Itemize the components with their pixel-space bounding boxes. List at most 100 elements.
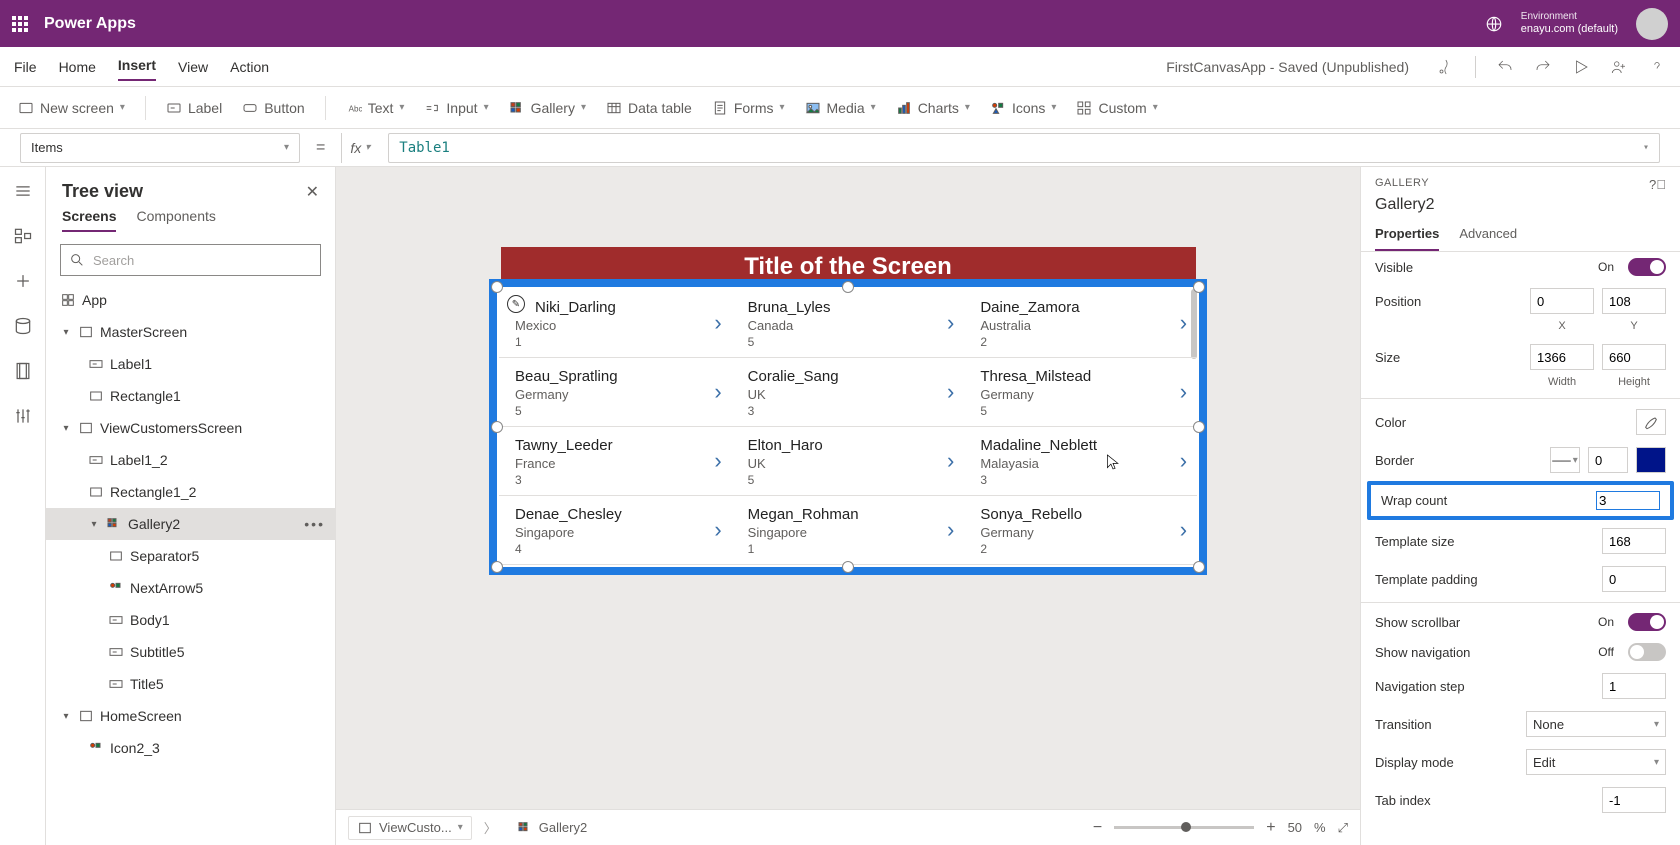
transition-dropdown[interactable]: None▾ xyxy=(1526,711,1666,737)
next-arrow-icon[interactable]: › xyxy=(1180,310,1187,336)
forms-dropdown[interactable]: Forms▾ xyxy=(712,100,785,116)
nav-step-input[interactable] xyxy=(1602,673,1666,699)
preview-icon[interactable] xyxy=(1572,58,1590,76)
menu-view[interactable]: View xyxy=(178,55,208,79)
display-mode-dropdown[interactable]: Edit▾ xyxy=(1526,749,1666,775)
next-arrow-icon[interactable]: › xyxy=(714,310,721,336)
data-table-button[interactable]: Data table xyxy=(606,100,692,116)
tree-node-nextarrow5[interactable]: NextArrow5 xyxy=(46,572,335,604)
text-dropdown[interactable]: Abc Text▾ xyxy=(346,100,405,116)
button-button[interactable]: Button xyxy=(242,100,304,116)
rail-tree-icon[interactable] xyxy=(13,226,33,249)
gallery-cell[interactable]: Niki_DarlingMexico1› xyxy=(499,289,732,358)
next-arrow-icon[interactable]: › xyxy=(1180,448,1187,474)
property-dropdown[interactable]: Items ▾ xyxy=(20,133,300,163)
fx-label[interactable]: fx▾ xyxy=(341,133,378,163)
gallery-selection[interactable]: ✎ Niki_DarlingMexico1›Bruna_LylesCanada5… xyxy=(489,279,1207,575)
waffle-icon[interactable] xyxy=(12,16,28,32)
next-arrow-icon[interactable]: › xyxy=(714,448,721,474)
tree-search-input[interactable]: Search xyxy=(60,244,321,276)
rail-advanced-icon[interactable] xyxy=(13,406,33,429)
resize-handle-ne[interactable] xyxy=(1193,281,1205,293)
resize-handle-sw[interactable] xyxy=(491,561,503,573)
undo-icon[interactable] xyxy=(1496,58,1514,76)
tree-node-subtitle5[interactable]: Subtitle5 xyxy=(46,636,335,668)
redo-icon[interactable] xyxy=(1534,58,1552,76)
border-width-input[interactable] xyxy=(1588,447,1628,473)
tree-node-app[interactable]: App xyxy=(46,284,335,316)
zoom-out-icon[interactable]: − xyxy=(1093,819,1102,837)
tree-node-masterscreen[interactable]: ▾MasterScreen xyxy=(46,316,335,348)
media-dropdown[interactable]: Media▾ xyxy=(805,100,876,116)
menu-file[interactable]: File xyxy=(14,55,37,79)
tab-index-input[interactable] xyxy=(1602,787,1666,813)
border-color-swatch[interactable] xyxy=(1636,447,1666,473)
wrap-count-input[interactable] xyxy=(1596,491,1660,510)
scrollbar-toggle[interactable] xyxy=(1628,613,1666,631)
tree-node-label1[interactable]: Label1 xyxy=(46,348,335,380)
menu-home[interactable]: Home xyxy=(59,55,96,79)
next-arrow-icon[interactable]: › xyxy=(1180,517,1187,543)
template-padding-input[interactable] xyxy=(1602,566,1666,592)
gallery-dropdown[interactable]: Gallery▾ xyxy=(509,100,586,116)
help-icon[interactable] xyxy=(1648,58,1666,76)
tree-node-homescreen[interactable]: ▾HomeScreen xyxy=(46,700,335,732)
gallery-cell[interactable]: Madaline_NeblettMalayasia3› xyxy=(964,427,1197,496)
visible-toggle[interactable] xyxy=(1628,258,1666,276)
user-avatar[interactable] xyxy=(1636,8,1668,40)
tree-node-viewcustomers[interactable]: ▾ViewCustomersScreen xyxy=(46,412,335,444)
next-arrow-icon[interactable]: › xyxy=(947,379,954,405)
tree-node-rectangle1[interactable]: Rectangle1 xyxy=(46,380,335,412)
next-arrow-icon[interactable]: › xyxy=(947,310,954,336)
app-checker-icon[interactable] xyxy=(1437,58,1455,76)
environment-selector[interactable]: Environment enayu.com (default) xyxy=(1521,11,1618,36)
gallery-cell[interactable]: Daine_ZamoraAustralia2› xyxy=(964,289,1197,358)
gallery-cell[interactable]: Beau_SpratlingGermany5› xyxy=(499,358,732,427)
position-x-input[interactable] xyxy=(1530,288,1594,314)
gallery-cell[interactable]: Sonya_RebelloGermany2› xyxy=(964,496,1197,565)
tree-node-separator5[interactable]: Separator5 xyxy=(46,540,335,572)
resize-handle-nw[interactable] xyxy=(491,281,503,293)
tree-tab-screens[interactable]: Screens xyxy=(62,208,116,232)
gallery-cell[interactable]: Elton_HaroUK5› xyxy=(732,427,965,496)
navigation-toggle[interactable] xyxy=(1628,643,1666,661)
gallery-cell[interactable]: Thresa_MilsteadGermany5› xyxy=(964,358,1197,427)
properties-tab-properties[interactable]: Properties xyxy=(1375,226,1439,251)
next-arrow-icon[interactable]: › xyxy=(714,379,721,405)
rail-insert-icon[interactable] xyxy=(13,271,33,294)
input-dropdown[interactable]: Input▾ xyxy=(424,100,488,116)
rail-media-icon[interactable] xyxy=(13,361,33,384)
zoom-slider[interactable] xyxy=(1114,826,1254,829)
menu-action[interactable]: Action xyxy=(230,55,269,79)
next-arrow-icon[interactable]: › xyxy=(1180,379,1187,405)
custom-dropdown[interactable]: Custom▾ xyxy=(1076,100,1157,116)
color-picker[interactable] xyxy=(1636,409,1666,435)
fit-screen-icon[interactable]: ⤢ xyxy=(1338,820,1348,836)
tree-node-rectangle1-2[interactable]: Rectangle1_2 xyxy=(46,476,335,508)
gallery-cell[interactable]: Tawny_LeederFrance3› xyxy=(499,427,732,496)
size-height-input[interactable] xyxy=(1602,344,1666,370)
breadcrumb-gallery[interactable]: Gallery2 xyxy=(509,817,595,839)
gallery-cell[interactable]: Bruna_LylesCanada5› xyxy=(732,289,965,358)
border-style-dropdown[interactable]: ── ▾ xyxy=(1550,447,1580,473)
next-arrow-icon[interactable]: › xyxy=(947,448,954,474)
tree-node-title5[interactable]: Title5 xyxy=(46,668,335,700)
next-arrow-icon[interactable]: › xyxy=(947,517,954,543)
tree-node-icon2-3[interactable]: Icon2_3 xyxy=(46,732,335,764)
resize-handle-se[interactable] xyxy=(1193,561,1205,573)
resize-handle-e[interactable] xyxy=(1193,421,1205,433)
template-size-input[interactable] xyxy=(1602,528,1666,554)
properties-tab-advanced[interactable]: Advanced xyxy=(1459,226,1517,251)
tree-node-more-icon[interactable]: ••• xyxy=(304,516,325,532)
rail-data-icon[interactable] xyxy=(13,316,33,339)
gallery-cell[interactable]: Denae_ChesleySingapore4› xyxy=(499,496,732,565)
label-button[interactable]: Label xyxy=(166,100,222,116)
properties-help-icon[interactable]: ?⃝ xyxy=(1649,177,1666,192)
tree-node-body1[interactable]: Body1 xyxy=(46,604,335,636)
gallery-cell[interactable]: Megan_RohmanSingapore1› xyxy=(732,496,965,565)
share-icon[interactable] xyxy=(1610,58,1628,76)
size-width-input[interactable] xyxy=(1530,344,1594,370)
canvas-area[interactable]: Title of the Screen ✎ Niki_DarlingMexico… xyxy=(336,167,1360,845)
tree-close-icon[interactable]: ✕ xyxy=(306,182,319,202)
rail-hamburger-icon[interactable] xyxy=(13,181,33,204)
